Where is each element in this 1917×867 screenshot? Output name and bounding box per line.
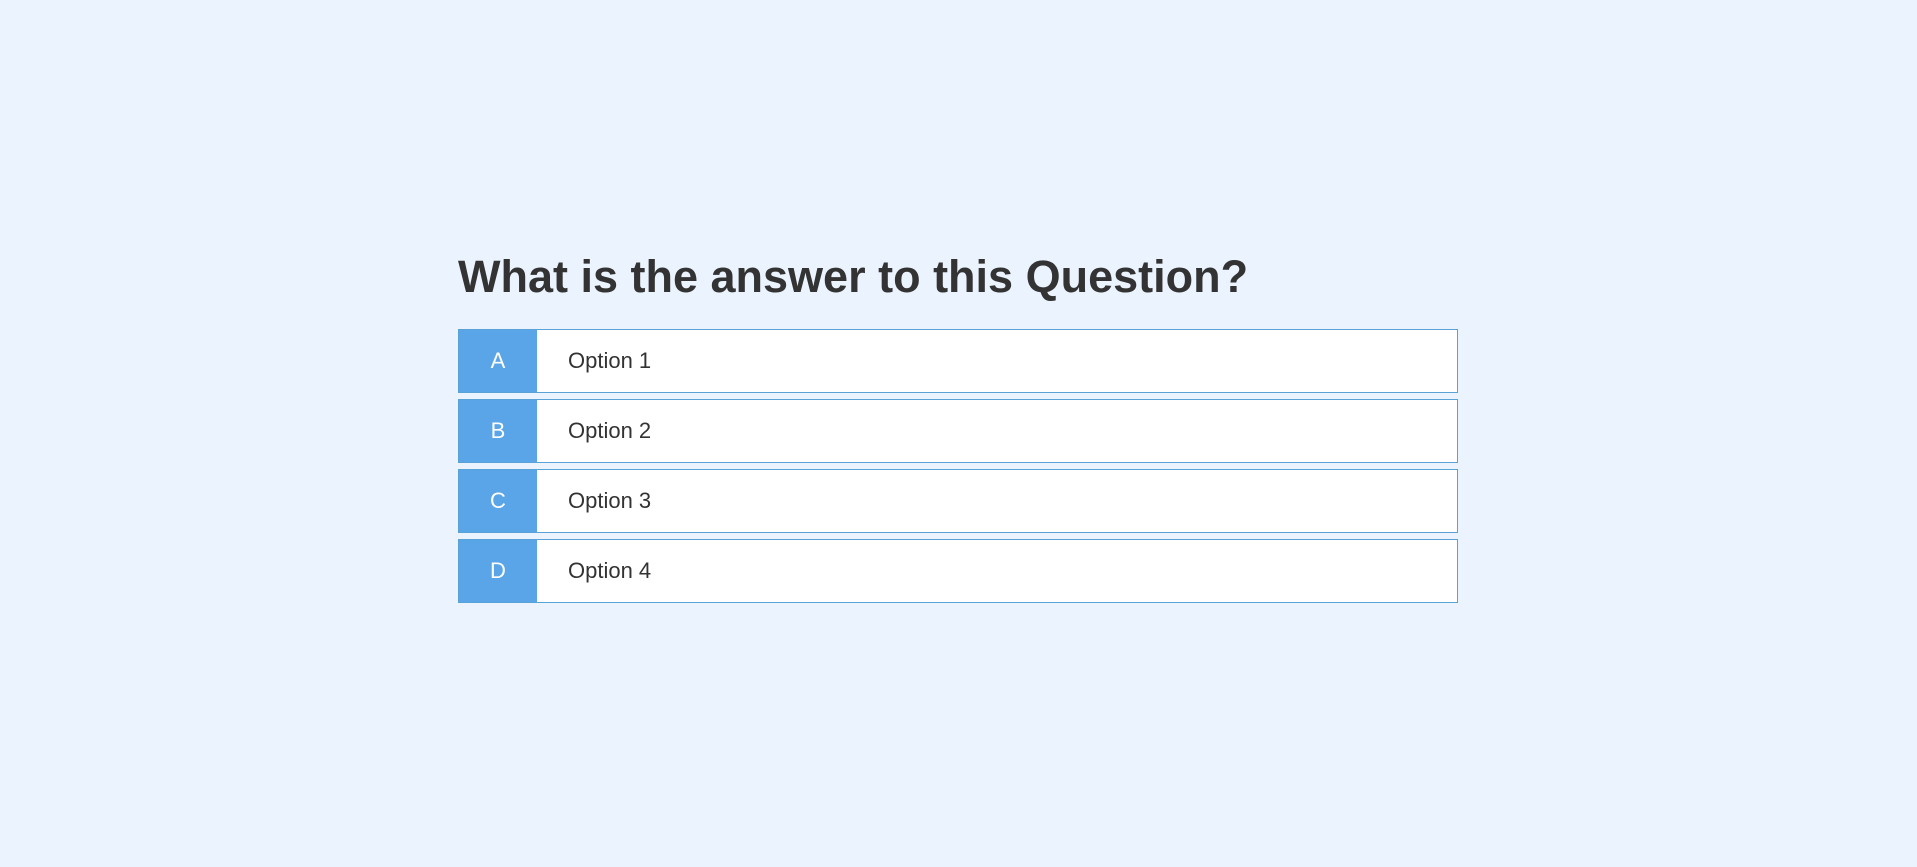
option-letter-badge: D [459, 540, 537, 602]
option-a[interactable]: A Option 1 [458, 329, 1458, 393]
option-d[interactable]: D Option 4 [458, 539, 1458, 603]
question-title: What is the answer to this Question? [458, 251, 1249, 302]
option-b[interactable]: B Option 2 [458, 399, 1458, 463]
option-letter-badge: A [459, 330, 537, 392]
option-label: Option 1 [568, 348, 652, 373]
option-letter-badge: B [459, 400, 537, 462]
quiz-container: What is the answer to this Question? A O… [458, 244, 1458, 609]
option-label: Option 3 [568, 488, 652, 513]
option-label: Option 2 [568, 418, 652, 443]
option-letter-badge: C [459, 470, 537, 532]
option-c[interactable]: C Option 3 [458, 469, 1458, 533]
option-label: Option 4 [568, 558, 652, 583]
options-list: A Option 1 B Option 2 C Option 3 D Optio… [458, 329, 1458, 603]
